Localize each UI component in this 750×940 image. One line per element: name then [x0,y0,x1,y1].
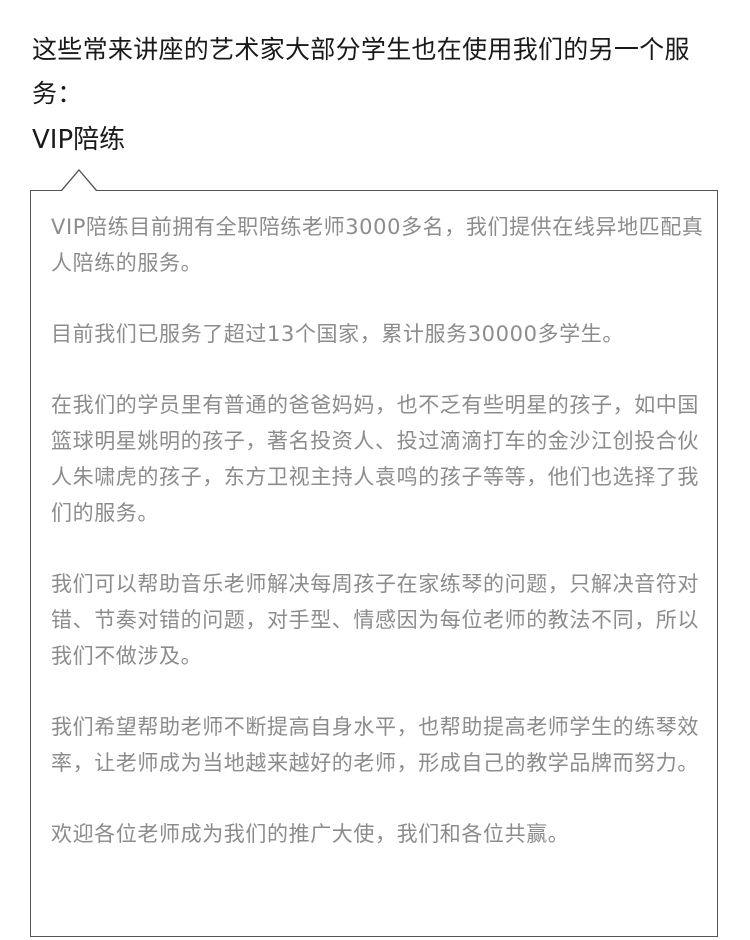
paragraph-goal: 我们希望帮助老师不断提高自身水平，也帮助提高老师学生的练琴效率，让老师成为当地越… [51,715,699,775]
paragraph-welcome: 欢迎各位老师成为我们的推广大使，我们和各位共赢。 [51,822,570,846]
paragraph-reach: 目前我们已服务了超过13个国家，累计服务30000多学生。 [51,322,624,346]
description-box: VIP陪练目前拥有全职陪练老师3000多名，我们提供在线异地匹配真人陪练的服务。… [30,190,718,937]
callout-pointer-fill [62,171,96,191]
description-content: VIP陪练目前拥有全职陪练老师3000多名，我们提供在线异地匹配真人陪练的服务。… [51,209,705,852]
section-heading: VIP陪练 [32,125,126,155]
intro-text: 这些常来讲座的艺术家大部分学生也在使用我们的另一个服务： [32,35,690,108]
paragraph-intro: VIP陪练目前拥有全职陪练老师3000多名，我们提供在线异地匹配真人陪练的服务。 [51,215,704,275]
paragraph-students: 在我们的学员里有普通的爸爸妈妈，也不乏有些明星的孩子，如中国篮球明星姚明的孩子，… [51,393,699,525]
paragraph-help: 我们可以帮助音乐老师解决每周孩子在家练琴的问题，只解决音符对错、节奏对错的问题，… [51,572,699,668]
